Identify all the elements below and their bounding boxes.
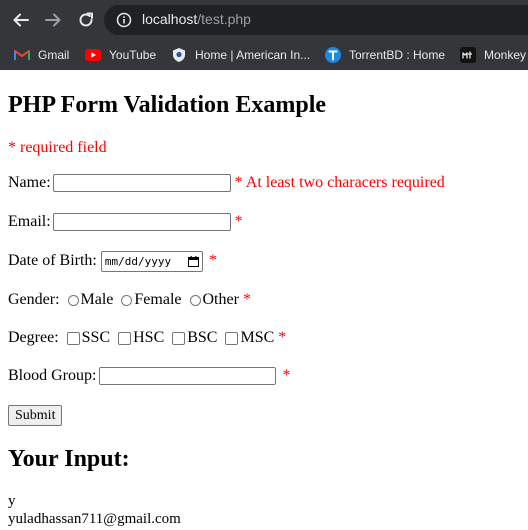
- degree-checkbox-bsc[interactable]: [172, 331, 186, 345]
- degree-error: *: [278, 329, 287, 346]
- bookmark-torrentbd[interactable]: TorrentBD : Home: [325, 45, 445, 65]
- gender-radio-other[interactable]: [189, 294, 201, 306]
- back-button[interactable]: [9, 8, 33, 32]
- browser-toolbar: localhost/test.php: [0, 0, 528, 40]
- forward-button[interactable]: [41, 8, 65, 32]
- degree-option-label: HSC: [133, 329, 165, 346]
- email-row: Email: *: [8, 211, 243, 233]
- gmail-icon: [14, 47, 30, 63]
- submit-button[interactable]: Submit: [8, 405, 63, 426]
- dob-placeholder: mm/dd/yyyy: [104, 254, 172, 268]
- gender-radio-female[interactable]: [121, 294, 133, 306]
- torrentbd-icon: [325, 47, 341, 63]
- blood-group-row: Blood Group: *: [8, 365, 290, 387]
- degree-option-label: MSC: [240, 329, 275, 346]
- address-url: localhost/test.php: [142, 11, 251, 27]
- monkeytype-icon: [460, 47, 476, 63]
- bookmark-label: Monkey: [484, 48, 527, 62]
- page-title: PHP Form Validation Example: [8, 92, 327, 118]
- url-host: localhost: [142, 11, 198, 27]
- name-input[interactable]: [52, 174, 231, 192]
- bookmark-youtube[interactable]: YouTube: [85, 45, 156, 65]
- gender-error: *: [242, 291, 251, 308]
- required-note: * required field: [8, 139, 107, 156]
- gender-option-label: Female: [134, 291, 182, 308]
- degree-option-label: SSC: [81, 329, 111, 346]
- blood-group-label: Blood Group:: [8, 367, 97, 384]
- youtube-icon: [85, 47, 101, 63]
- degree-checkbox-ssc[interactable]: [66, 331, 80, 345]
- output-line: yuladhassan711@gmail.com: [8, 511, 181, 527]
- degree-checkbox-msc[interactable]: [225, 331, 239, 345]
- back-arrow-icon: [13, 13, 29, 27]
- bookmark-label: Gmail: [38, 48, 70, 62]
- bookmark-american-institute[interactable]: Home | American In...: [171, 45, 310, 65]
- gender-radio-male[interactable]: [67, 294, 79, 306]
- email-error: *: [234, 213, 243, 230]
- degree-label: Degree:: [8, 329, 59, 346]
- blood-group-input[interactable]: [99, 367, 277, 385]
- bookmark-label: Home | American In...: [195, 48, 311, 62]
- calendar-icon[interactable]: [187, 255, 199, 267]
- output-title: Your Input:: [8, 446, 130, 472]
- output-line: y: [8, 493, 16, 509]
- gender-option-label: Other: [202, 291, 239, 308]
- email-label: Email:: [8, 213, 51, 230]
- site-info-icon[interactable]: [116, 12, 132, 31]
- name-label: Name:: [8, 174, 51, 191]
- forward-arrow-icon: [45, 13, 61, 27]
- gender-row: Gender: Male Female Other *: [8, 289, 251, 311]
- bookmarks-bar: Gmail YouTube Home | American In... Torr…: [0, 40, 528, 70]
- browser-chrome: localhost/test.php Gmail YouTube Home | …: [0, 0, 528, 70]
- address-bar[interactable]: localhost/test.php: [104, 5, 528, 35]
- bookmark-label: TorrentBD : Home: [349, 48, 446, 62]
- email-input[interactable]: [52, 213, 231, 231]
- degree-checkbox-hsc[interactable]: [118, 331, 132, 345]
- degree-row: Degree: SSC HSC BSC MSC *: [8, 327, 286, 349]
- reload-icon: [79, 12, 93, 27]
- reload-button[interactable]: [74, 8, 98, 32]
- gender-label: Gender:: [8, 291, 60, 308]
- gender-option-label: Male: [80, 291, 114, 308]
- bookmark-monkeytype[interactable]: Monkey: [460, 45, 526, 65]
- dob-error: *: [208, 252, 217, 269]
- bookmark-label: YouTube: [109, 48, 157, 62]
- dob-row: Date of Birth: mm/dd/yyyy *: [8, 250, 217, 272]
- name-error: * At least two characers required: [234, 174, 445, 191]
- degree-option-label: BSC: [187, 329, 218, 346]
- name-row: Name: * At least two characers required: [8, 172, 445, 194]
- blood-group-error: *: [282, 367, 291, 384]
- american-institute-icon: [171, 47, 187, 63]
- bookmark-gmail[interactable]: Gmail: [14, 45, 69, 65]
- dob-label: Date of Birth:: [8, 252, 97, 269]
- dob-input[interactable]: mm/dd/yyyy: [100, 250, 203, 272]
- url-path: /test.php: [197, 11, 251, 27]
